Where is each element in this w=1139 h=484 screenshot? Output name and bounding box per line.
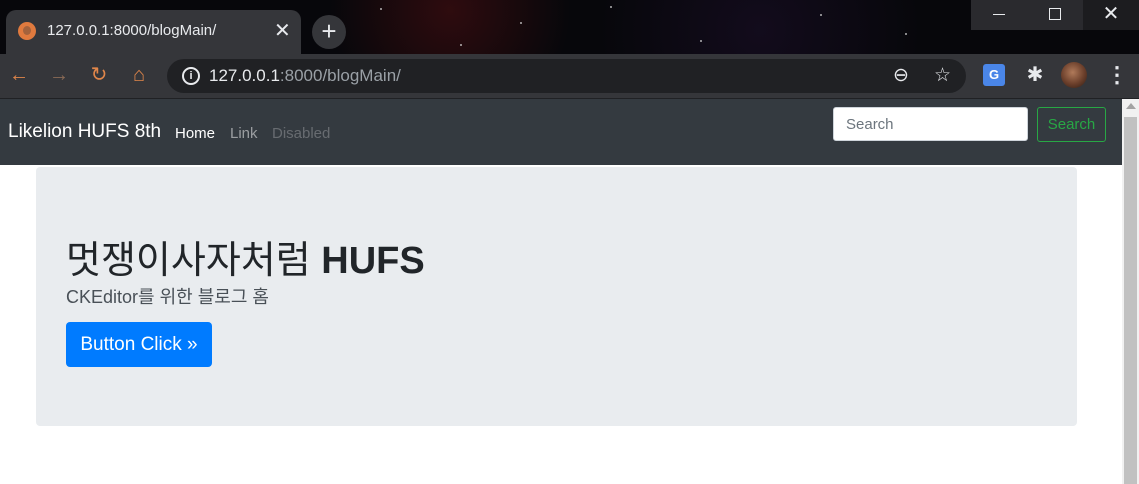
navbar-brand[interactable]: Likelion HUFS 8th	[8, 121, 161, 143]
search-input[interactable]	[833, 107, 1028, 141]
close-icon[interactable]: ✕	[274, 19, 291, 43]
page-subtitle: CKEditor를 위한 블로그 홈	[66, 287, 269, 307]
navbar: Likelion HUFS 8th Home Link Disabled Sea…	[0, 99, 1122, 165]
page-title: 멋쟁이사자처럼 HUFS	[66, 229, 425, 284]
profile-avatar[interactable]	[1061, 62, 1087, 88]
background-star	[460, 44, 462, 46]
background-star	[610, 6, 612, 8]
minimize-icon	[993, 14, 1005, 15]
bookmark-star-icon[interactable]: ☆	[934, 63, 951, 89]
translate-extension-icon[interactable]: G	[983, 64, 1005, 86]
nav-link-link[interactable]: Link	[230, 125, 258, 142]
address-bar[interactable]: i 127.0.0.1:8000/blogMain/ ⊖ ☆	[167, 59, 966, 93]
tab-title: 127.0.0.1:8000/blogMain/	[47, 22, 217, 39]
page-viewport: Likelion HUFS 8th Home Link Disabled Sea…	[0, 99, 1122, 484]
home-icon[interactable]: ⌂	[125, 61, 153, 89]
forward-arrow-icon[interactable]: →	[45, 61, 73, 89]
button-click-button[interactable]: Button Click »	[66, 322, 212, 367]
url-text[interactable]: 127.0.0.1:8000/blogMain/	[209, 66, 401, 86]
maximize-icon	[1049, 8, 1061, 20]
maximize-button[interactable]	[1027, 0, 1083, 30]
background-star	[700, 40, 702, 42]
back-arrow-icon[interactable]: ←	[5, 61, 33, 89]
globe-icon	[18, 22, 36, 40]
extensions-puzzle-icon[interactable]: ✱	[1024, 64, 1046, 86]
window-close-button[interactable]: ✕	[1083, 0, 1139, 30]
url-host: 127.0.0.1	[209, 66, 280, 85]
browser-titlebar: 127.0.0.1:8000/blogMain/ ✕ + ✕	[0, 0, 1139, 54]
scrollbar-thumb[interactable]	[1124, 117, 1137, 484]
nav-link-home[interactable]: Home	[175, 125, 215, 142]
url-path: :8000/blogMain/	[279, 66, 401, 85]
background-star	[905, 33, 907, 35]
zoom-out-icon[interactable]: ⊖	[893, 63, 909, 89]
browser-toolbar: ← → ↻ ⌂ i 127.0.0.1:8000/blogMain/ ⊖ ☆	[0, 54, 1139, 99]
nav-link-disabled: Disabled	[272, 125, 331, 142]
minimize-button[interactable]	[971, 0, 1027, 30]
scroll-up-arrow-icon[interactable]	[1126, 103, 1136, 109]
info-icon[interactable]: i	[182, 67, 200, 85]
browser-tab[interactable]: 127.0.0.1:8000/blogMain/ ✕	[6, 10, 301, 54]
new-tab-button[interactable]: +	[312, 15, 346, 49]
background-star	[820, 14, 822, 16]
search-button[interactable]: Search	[1037, 107, 1106, 142]
vertical-scrollbar[interactable]	[1122, 99, 1139, 484]
background-star	[380, 8, 382, 10]
title-bold: HUFS	[321, 240, 425, 282]
close-icon: ✕	[1102, 3, 1120, 25]
jumbotron: 멋쟁이사자처럼 HUFS CKEditor를 위한 블로그 홈 Button C…	[36, 167, 1077, 426]
reload-icon[interactable]: ↻	[85, 61, 113, 89]
more-menu-icon[interactable]: ⋮	[1106, 63, 1128, 87]
background-star	[520, 22, 522, 24]
title-korean: 멋쟁이사자처럼	[66, 240, 311, 282]
